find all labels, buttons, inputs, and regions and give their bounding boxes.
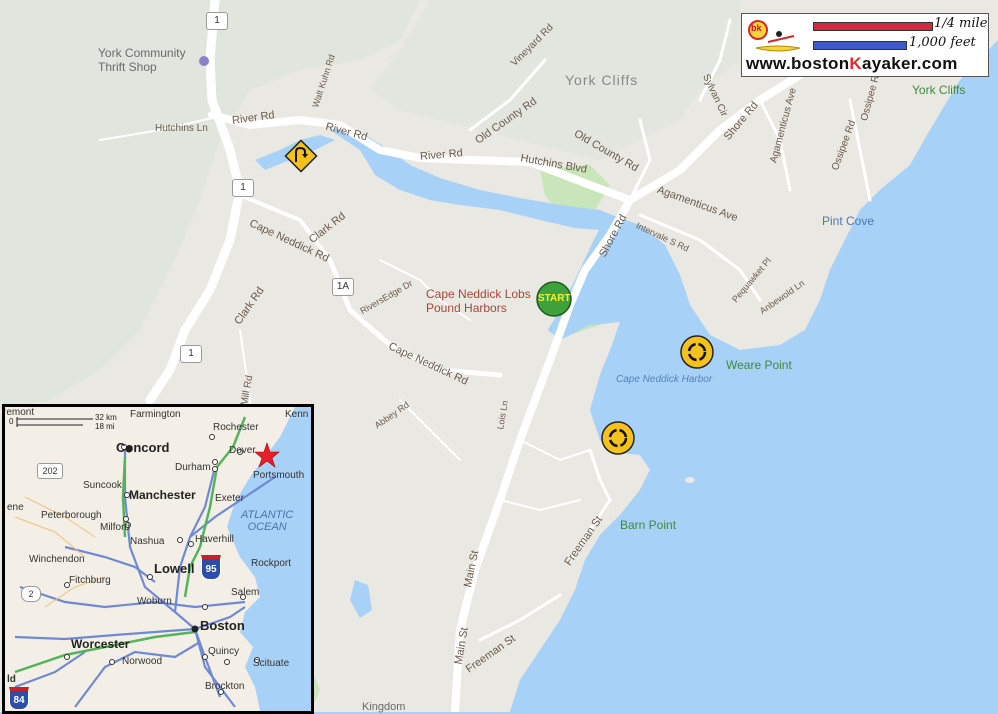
inset-scale-mi: 18 mi bbox=[95, 422, 115, 431]
inset-town-scituate: Scituate bbox=[253, 658, 290, 669]
inset-regional-map[interactable]: 0 32 km 18 mi Concord Manchester Lowell … bbox=[2, 404, 314, 714]
inset-town-nashua: Nashua bbox=[130, 536, 165, 547]
label-york-cliffs: York Cliffs bbox=[912, 83, 966, 97]
scale-bar-mile bbox=[813, 22, 933, 31]
scale-label-feet: 1,000 feet bbox=[909, 35, 976, 50]
road-hutchins-ln: Hutchins Ln bbox=[155, 123, 208, 134]
inset-town-ene: ene bbox=[7, 502, 24, 513]
inset-town-fitchburg: Fitchburg bbox=[69, 575, 111, 586]
inset-route-202-shield: 202 bbox=[37, 463, 63, 479]
inset-town-peterborough: Peterborough bbox=[41, 510, 102, 521]
inset-town-winchendon: Winchendon bbox=[29, 554, 85, 565]
inset-town-suncook: Suncook bbox=[83, 480, 122, 491]
label-york-thrift: York Community Thrift Shop bbox=[98, 46, 186, 74]
us-1-shield: 1 bbox=[180, 345, 202, 363]
inset-scale-km: 32 km bbox=[95, 413, 117, 422]
inset-town-dover: Dover bbox=[229, 445, 256, 456]
inset-town-milford: Milford bbox=[100, 522, 131, 533]
island bbox=[685, 477, 695, 483]
place-pin bbox=[199, 56, 209, 66]
inset-city-lowell: Lowell bbox=[154, 561, 195, 576]
inset-town-kenn: Kenn bbox=[285, 409, 309, 420]
inset-city-worcester: Worcester bbox=[71, 637, 130, 651]
inset-scale-zero: 0 bbox=[9, 417, 14, 426]
us-1-shield: 1 bbox=[206, 12, 228, 30]
inset-i95-shield: 95 bbox=[201, 555, 221, 580]
inset-town-woburn: Woburn bbox=[137, 596, 172, 607]
inset-town-portsmouth: Portsmouth bbox=[253, 470, 305, 481]
label-kingdom: Kingdom bbox=[362, 701, 406, 713]
label-barn-point: Barn Point bbox=[620, 518, 677, 532]
boston-kayaker-badge[interactable]: bk 1/4 mile 1,000 feet www.bostonKayaker… bbox=[741, 13, 989, 77]
logo-letters: bk bbox=[751, 23, 762, 33]
inset-town-farmington: Farmington bbox=[130, 409, 181, 420]
route-1a-shield: 1A bbox=[332, 278, 354, 296]
inset-city-boston: Boston bbox=[200, 618, 245, 633]
label-weare-point: Weare Point bbox=[726, 358, 792, 372]
label-pint-cove: Pint Cove bbox=[822, 214, 875, 228]
scale-bar-feet bbox=[813, 41, 907, 50]
start-marker-label: START bbox=[538, 293, 571, 304]
inset-town-exeter: Exeter bbox=[215, 493, 244, 504]
inset-city-manchester: Manchester bbox=[129, 488, 196, 502]
scale-label-mile: 1/4 mile bbox=[934, 16, 988, 31]
inset-city-concord: Concord bbox=[116, 440, 170, 455]
inset-town-quincy: Quincy bbox=[208, 646, 240, 657]
inset-town-ld: ld bbox=[7, 674, 16, 685]
label-cape-neddick-harbor: Cape Neddick Harbor bbox=[616, 374, 713, 385]
inset-town-rochester: Rochester bbox=[213, 422, 259, 433]
inset-town-norwood: Norwood bbox=[122, 656, 163, 667]
inset-town-haverhill: Haverhill bbox=[195, 534, 234, 545]
inset-town-durham: Durham bbox=[175, 462, 211, 473]
label-york-cliffs-area: York Cliffs bbox=[565, 72, 639, 88]
us-1-shield: 1 bbox=[232, 179, 254, 197]
inset-town-brockton: Brockton bbox=[205, 681, 245, 692]
inset-route-2-shield: 2 bbox=[21, 586, 41, 602]
inset-i84-shield: 84 bbox=[9, 687, 29, 710]
inset-town-remont: remont bbox=[3, 407, 35, 418]
inset-atlantic-ocean: ATLANTIC OCEAN bbox=[241, 509, 294, 533]
rotate-marker-barn[interactable] bbox=[601, 421, 635, 455]
rotate-marker-weare[interactable] bbox=[680, 335, 714, 369]
inset-town-rockport: Rockport bbox=[251, 558, 292, 569]
label-business: Cape Neddick Lobs Pound Harbors bbox=[426, 287, 531, 315]
inset-town-salem: Salem bbox=[231, 587, 260, 598]
site-url[interactable]: www.bostonKayaker.com bbox=[746, 54, 958, 74]
